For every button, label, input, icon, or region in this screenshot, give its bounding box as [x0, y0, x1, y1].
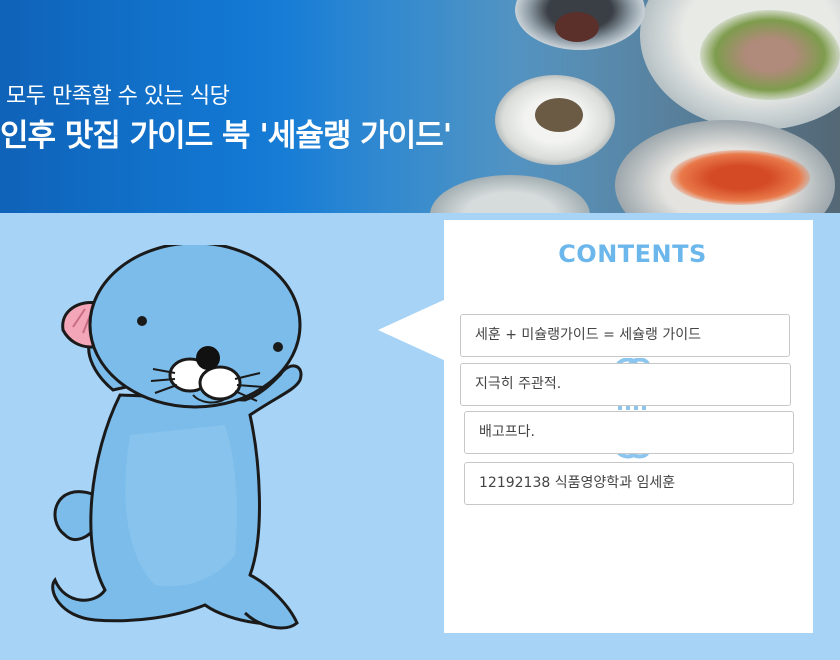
header-banner: 모두 만족할 수 있는 식당 인후 맛집 가이드 북 '세슐랭 가이드' [0, 0, 840, 213]
speech-bubble-pointer [378, 298, 448, 362]
contents-item-1[interactable]: 세훈 + 미슐랭가이드 = 세슐랭 가이드 [460, 314, 790, 357]
banner-side-dish [555, 12, 599, 42]
banner-main-dish [700, 10, 840, 100]
banner-kimchi [670, 150, 810, 205]
contents-item-2[interactable]: 지극히 주관적. [460, 363, 791, 406]
banner-side-dish [535, 98, 583, 132]
banner-title: 인후 맛집 가이드 북 '세슐랭 가이드' [0, 118, 452, 154]
contents-item-4[interactable]: 12192138 식품영양학과 임세훈 [464, 462, 794, 505]
contents-item-3[interactable]: 배고프다. [464, 411, 794, 454]
contents-title: CONTENTS [558, 240, 707, 268]
banner-subtitle: 모두 만족할 수 있는 식당 [6, 84, 230, 109]
mascot-seal-illustration [51, 245, 303, 630]
